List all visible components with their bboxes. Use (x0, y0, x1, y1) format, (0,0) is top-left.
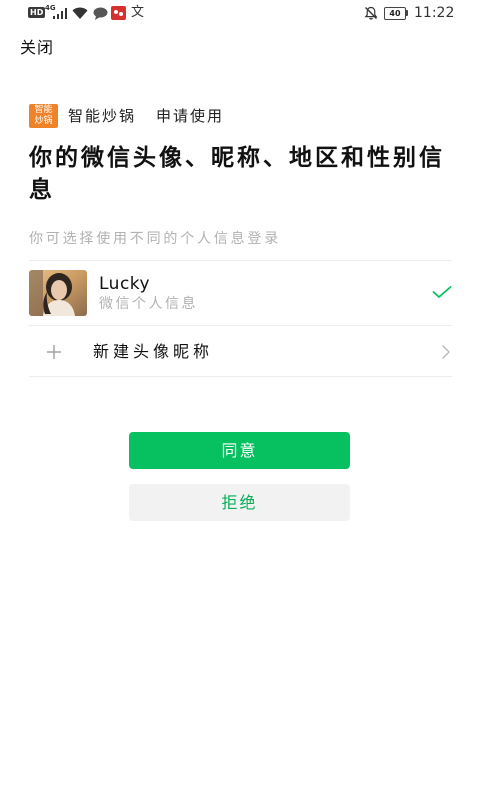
avatar (29, 270, 87, 316)
translate-icon: 文 (131, 5, 145, 20)
mute-icon (364, 6, 378, 20)
page-title: 你的微信头像、昵称、地区和性别信息 (29, 145, 445, 203)
app-logo: 智能 炒锅 (29, 104, 58, 128)
app-name: 智能炒锅 (68, 107, 137, 125)
agree-button[interactable]: 同意 (129, 432, 350, 469)
battery-icon: 40 (384, 7, 406, 20)
refuse-button[interactable]: 拒绝 (129, 484, 350, 521)
app-logo-line2: 炒锅 (34, 116, 53, 126)
app-logo-line1: 智能 (34, 105, 53, 115)
clock: 11:22 (414, 5, 455, 21)
new-profile-option[interactable]: 新建头像昵称 (29, 325, 452, 376)
page-subtitle: 你可选择使用不同的个人信息登录 (29, 231, 281, 247)
profile-name: Lucky (99, 274, 151, 294)
plus-icon (47, 345, 61, 359)
check-icon (432, 286, 452, 298)
divider (29, 376, 452, 377)
hd-badge: HD (28, 7, 46, 18)
close-button[interactable]: 关闭 (20, 38, 54, 58)
wifi-icon (72, 7, 88, 19)
chevron-right-icon (442, 345, 450, 359)
profile-source: 微信个人信息 (99, 296, 198, 312)
status-bar: HD 4G 文 40 11:22 (0, 0, 480, 26)
profile-option-lucky[interactable]: Lucky 微信个人信息 (29, 260, 452, 325)
avatar-photo (29, 270, 87, 316)
signal-icon (53, 8, 67, 19)
app-notification-icon (111, 6, 126, 20)
new-profile-label: 新建头像昵称 (93, 342, 214, 361)
chat-bubble-icon (93, 7, 108, 20)
app-request-label: 申请使用 (156, 107, 225, 125)
battery-nub (406, 10, 408, 16)
